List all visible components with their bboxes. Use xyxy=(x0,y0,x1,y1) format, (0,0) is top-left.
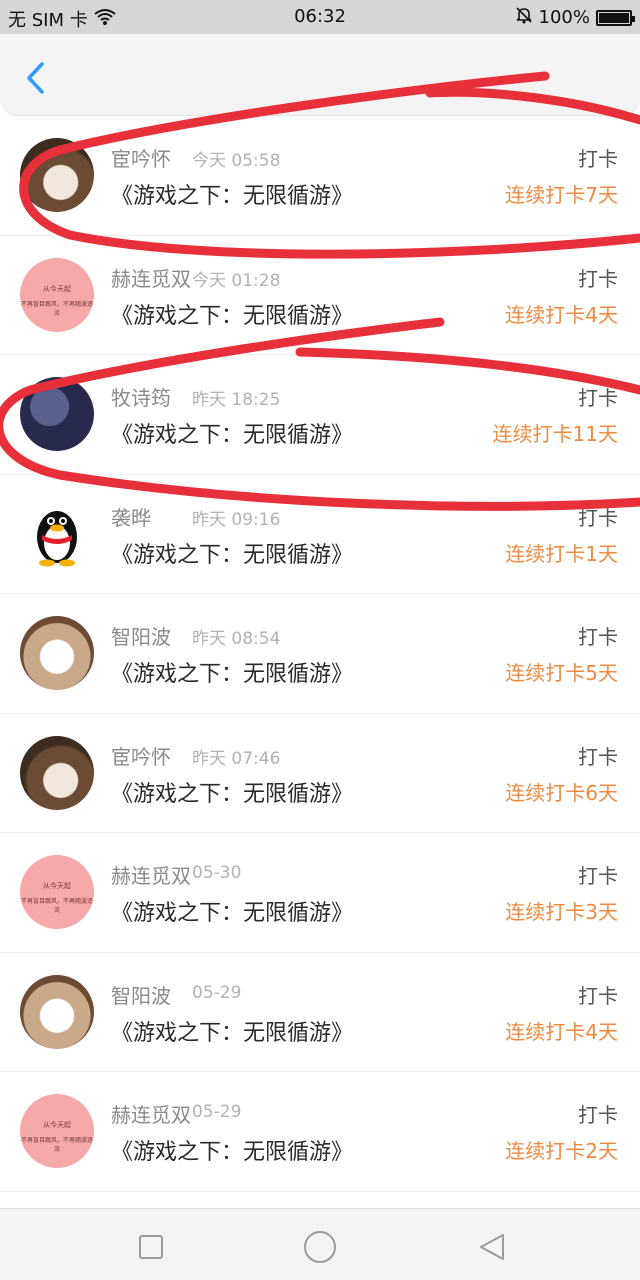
recents-button[interactable] xyxy=(133,1229,169,1265)
book-title: 《游戏之下：无限循游》 xyxy=(111,303,354,329)
checkin-label: 打卡 xyxy=(578,864,618,888)
checkin-label: 打卡 xyxy=(578,983,618,1008)
post-time: 05-29 xyxy=(192,1102,242,1122)
status-right: 100% xyxy=(515,6,635,29)
battery-percent: 100% xyxy=(538,7,590,28)
circle-icon xyxy=(304,1231,336,1263)
avatar[interactable] xyxy=(20,735,94,810)
avatar[interactable]: 从今天起不再盲目跟风，不再随波逐流 xyxy=(20,1094,94,1168)
avatar[interactable]: 从今天起不再盲目跟风，不再随波逐流 xyxy=(20,257,94,332)
post-time: 今天 01:28 xyxy=(192,270,281,291)
checkin-label: 打卡 xyxy=(578,505,618,530)
checkin-label: 打卡 xyxy=(578,386,618,410)
book-title: 《游戏之下：无限循游》 xyxy=(111,542,354,568)
list-item[interactable]: 牧诗筠 昨天 18:25 《游戏之下：无限循游》 打卡连续打卡11天 xyxy=(0,355,640,475)
penguin-icon xyxy=(37,510,77,566)
status-bar: 无 SIM 卡 06:32 100% xyxy=(0,0,640,34)
streak-count: 连续打卡2天 xyxy=(505,1139,618,1163)
avatar[interactable] xyxy=(20,497,94,571)
checkin-list: 宦吟怀 今天 05:58 《游戏之下：无限循游》 打卡 连续打卡7天 从今天起 不再盲目跟风… xyxy=(0,116,640,1192)
avatar[interactable] xyxy=(20,616,94,690)
post-time: 05-30 xyxy=(192,863,242,883)
home-button[interactable] xyxy=(302,1229,338,1265)
streak-count: 连续打卡3天 xyxy=(505,900,618,924)
back-button[interactable] xyxy=(18,58,52,98)
header xyxy=(0,34,640,116)
book-title: 《游戏之下：无限循游》 xyxy=(111,1020,354,1046)
avatar[interactable] xyxy=(20,974,94,1049)
checkin-label: 打卡 xyxy=(578,147,618,171)
chevron-left-icon xyxy=(27,62,44,94)
avatar-caption: 从今天起 xyxy=(43,1121,71,1129)
list-item[interactable]: 袭晔 昨天 09:16 《游戏之下：无限循游》 打卡连续打卡1天 xyxy=(0,475,640,594)
post-time: 05-29 xyxy=(192,982,242,1003)
battery-level xyxy=(599,12,629,23)
list-item[interactable]: 从今天起 不再盲目跟风，不再随波逐流 赫连觅双 05-29 《游戏之下：无限循游》 打卡连… xyxy=(0,1072,640,1192)
book-title: 《游戏之下：无限循游》 xyxy=(111,781,354,807)
post-time: 昨天 07:46 xyxy=(192,748,281,769)
avatar-caption: 从今天起 xyxy=(43,882,71,890)
list-item[interactable]: 宦吟怀 今天 05:58 《游戏之下：无限循游》 打卡连续打卡7天 xyxy=(0,116,640,236)
list-item[interactable]: 从今天起 不再盲目跟风，不再随波逐流 赫连觅双 今天 01:28 《游戏之下：无限循游》… xyxy=(0,236,640,355)
streak-count: 连续打卡4天 xyxy=(505,1019,618,1044)
book-title: 《游戏之下：无限循游》 xyxy=(111,423,354,448)
avatar-caption: 不再盲目跟风，不再随波逐流 xyxy=(20,1137,93,1153)
post-time: 昨天 09:16 xyxy=(192,509,281,530)
triangle-back-icon xyxy=(480,1234,504,1260)
book-title: 《游戏之下：无限循游》 xyxy=(111,184,354,209)
user-name: 袭晔 xyxy=(111,505,151,530)
user-name: 智阳波 xyxy=(111,625,171,649)
user-name: 赫连觅双 xyxy=(111,1103,191,1127)
system-nav-bar xyxy=(0,1208,640,1280)
checkin-label: 打卡 xyxy=(578,625,618,649)
post-time: 今天 05:58 xyxy=(192,151,281,171)
book-title: 《游戏之下：无限循游》 xyxy=(111,662,354,687)
avatar[interactable] xyxy=(20,138,94,212)
streak-count: 连续打卡5天 xyxy=(505,661,618,685)
avatar-caption: 从今天起 xyxy=(43,284,71,293)
streak-count: 连续打卡1天 xyxy=(505,541,618,566)
user-name: 赫连觅双 xyxy=(111,864,191,888)
streak-count: 连续打卡4天 xyxy=(505,302,618,327)
square-icon xyxy=(139,1235,163,1259)
list-item[interactable]: 从今天起 不再盲目跟风，不再随波逐流 赫连觅双 05-30 《游戏之下：无限循游》 打卡连… xyxy=(0,833,640,953)
avatar-caption: 不再盲目跟风，不再随波逐流 xyxy=(20,898,93,914)
battery-icon xyxy=(596,9,635,26)
user-name: 牧诗筠 xyxy=(111,386,171,410)
avatar-caption: 不再盲目跟风，不再随波逐流 xyxy=(20,300,93,317)
mute-bell-icon xyxy=(515,6,533,29)
user-name: 宦吟怀 xyxy=(111,147,171,171)
streak-count: 连续打卡6天 xyxy=(505,780,618,805)
checkin-label: 打卡 xyxy=(578,1103,618,1127)
user-name: 智阳波 xyxy=(111,983,171,1008)
streak-count: 连续打卡7天 xyxy=(505,183,618,207)
streak-count: 连续打卡11天 xyxy=(492,422,618,446)
list-item[interactable]: 宦吟怀 昨天 07:46 《游戏之下：无限循游》 打卡连续打卡6天 xyxy=(0,714,640,833)
book-title: 《游戏之下：无限循游》 xyxy=(111,901,354,926)
user-name: 宦吟怀 xyxy=(111,744,171,769)
user-name: 赫连觅双 xyxy=(111,266,191,291)
post-time: 昨天 08:54 xyxy=(192,629,281,649)
back-nav-button[interactable] xyxy=(474,1229,510,1265)
checkin-label: 打卡 xyxy=(578,266,618,291)
avatar[interactable] xyxy=(20,377,94,451)
checkin-label: 打卡 xyxy=(578,744,618,769)
list-item[interactable]: 智阳波 昨天 08:54 《游戏之下：无限循游》 打卡连续打卡5天 xyxy=(0,594,640,714)
book-title: 《游戏之下：无限循游》 xyxy=(111,1140,354,1165)
list-item[interactable]: 智阳波 05-29 《游戏之下：无限循游》 打卡连续打卡4天 xyxy=(0,953,640,1072)
avatar[interactable]: 从今天起不再盲目跟风，不再随波逐流 xyxy=(20,855,94,929)
post-time: 昨天 18:25 xyxy=(192,390,281,410)
